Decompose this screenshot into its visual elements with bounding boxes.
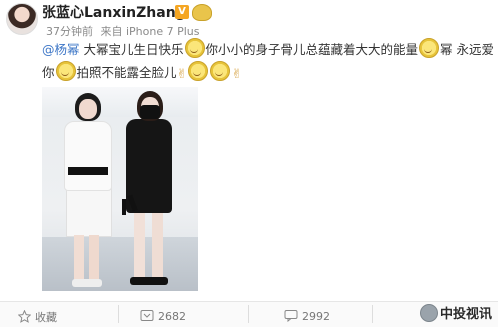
divider — [372, 305, 373, 323]
smile-emoji-icon — [210, 61, 231, 81]
watermark-logo-icon — [420, 304, 438, 322]
post-text-segment: 你小小的身子骨儿总蕴藏着大大的能量 — [205, 42, 419, 57]
post-text-segment: 拍照不能露全脸儿 — [76, 65, 177, 80]
stage-floor — [42, 237, 198, 291]
post-text-segment: 你 — [42, 65, 55, 80]
person-left-shoes — [72, 279, 102, 287]
divider — [118, 305, 119, 323]
favorite-label: 收藏 — [35, 311, 57, 324]
post-meta: 37分钟前 来自 iPhone 7 Plus — [46, 23, 200, 39]
avatar[interactable] — [6, 3, 38, 35]
post-image[interactable] — [42, 87, 198, 291]
post-text-segment: 大幂宝儿生日快乐 — [79, 42, 184, 57]
favorite-button[interactable]: 收藏 — [17, 309, 57, 325]
post-source[interactable]: 来自 iPhone 7 Plus — [101, 25, 200, 38]
smile-emoji-icon — [188, 61, 209, 81]
verified-badge-icon: V — [175, 5, 189, 19]
person-left-belt — [68, 167, 108, 175]
post-text: @杨幂 大幂宝儿生日快乐 你小小的身子骨儿总蕴藏着大大的能量 幂 永远爱 你 拍照不能… — [42, 38, 494, 86]
mention-link[interactable]: @杨幂 — [42, 42, 80, 57]
repost-button[interactable]: 2682 — [140, 309, 186, 323]
watermark-text: 中投视讯 — [440, 307, 493, 322]
stage-backdrop — [42, 87, 198, 117]
repost-count: 2682 — [158, 310, 186, 323]
star-icon — [17, 309, 32, 323]
person-right-hand-cover — [140, 105, 160, 119]
member-crown-icon — [192, 4, 212, 21]
smile-emoji-icon — [55, 61, 76, 81]
person-left-leg — [89, 235, 99, 281]
person-right-leg — [152, 213, 163, 279]
person-right-shoes — [130, 277, 168, 285]
divider — [248, 305, 249, 323]
timestamp: 37分钟前 — [46, 25, 93, 38]
person-right-leg — [134, 213, 145, 279]
username[interactable]: 张蓝心LanxinZhang — [42, 2, 186, 22]
smile-emoji-icon — [184, 38, 205, 58]
person-left-leg — [74, 235, 84, 281]
repost-icon — [140, 310, 154, 321]
person-left-face — [79, 99, 97, 119]
comment-count: 2992 — [302, 310, 330, 323]
comment-icon — [284, 310, 298, 323]
post-text-segment: 幂 永远爱 — [440, 42, 494, 57]
victory-hand-icon: ✌ — [231, 67, 243, 82]
comment-button[interactable]: 2992 — [284, 309, 330, 323]
victory-hand-icon: ✌ — [176, 67, 188, 82]
smile-emoji-icon — [419, 38, 440, 58]
person-left-jacket — [64, 121, 112, 191]
